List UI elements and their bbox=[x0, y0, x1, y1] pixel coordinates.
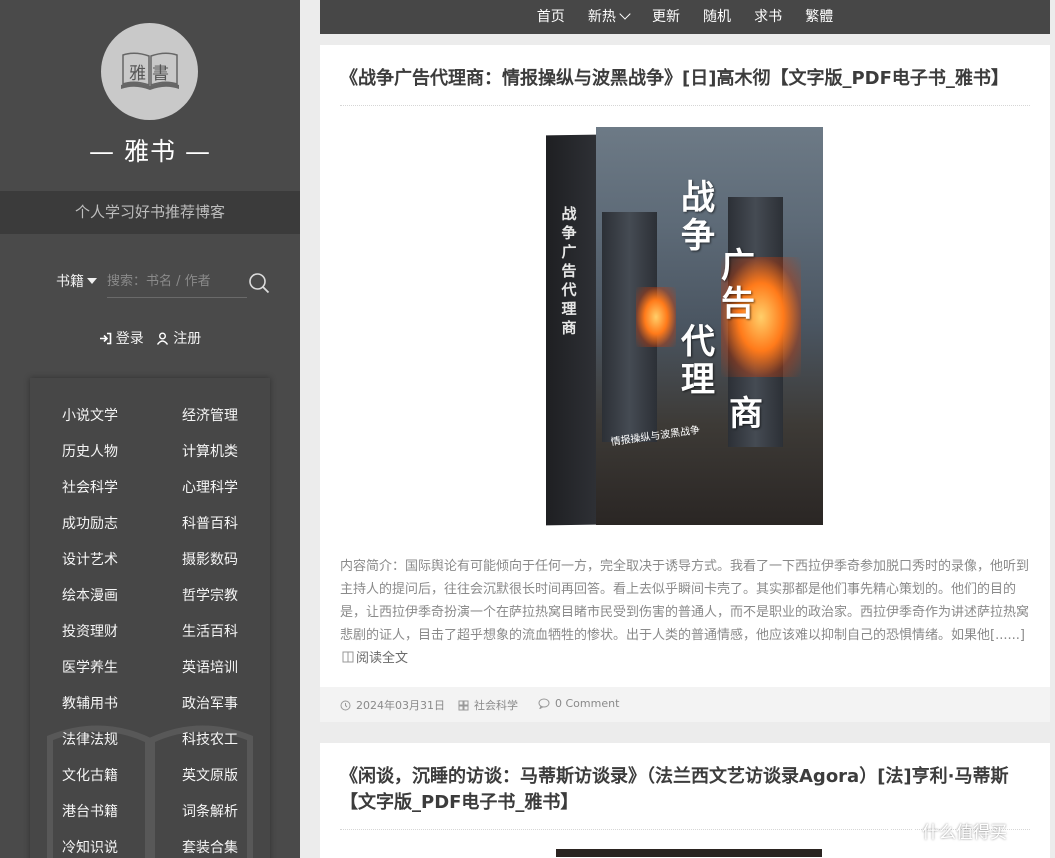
site-watermark: 什么值得买 bbox=[888, 816, 1007, 844]
site-logo[interactable]: 雅 書 bbox=[101, 23, 198, 120]
excerpt-text: 内容简介：国际舆论有可能倾向于任何一方，完全取决于诱导方式。我看了一下西拉伊季奇… bbox=[340, 559, 1030, 643]
category-link[interactable]: 投资理财 bbox=[62, 621, 118, 641]
book-logo-icon bbox=[120, 52, 179, 90]
category-link[interactable]: 文化古籍 bbox=[62, 765, 118, 785]
read-more-label: 阅读全文 bbox=[356, 651, 409, 666]
logo-char-1: 雅 bbox=[129, 64, 146, 84]
category-link[interactable]: 计算机类 bbox=[182, 441, 238, 461]
category-link[interactable]: 成功励志 bbox=[62, 513, 118, 533]
category-link[interactable]: 设计艺术 bbox=[62, 549, 118, 569]
search-input[interactable] bbox=[107, 266, 247, 298]
category-link[interactable]: 冷知识说 bbox=[62, 837, 118, 857]
login-icon bbox=[99, 332, 112, 344]
site-tagline: 个人学习好书推荐博客 bbox=[0, 191, 300, 234]
cover-title-2: 广告 bbox=[721, 246, 755, 324]
nav-hot[interactable]: 新热 bbox=[587, 0, 631, 34]
nav-random[interactable]: 随机 bbox=[703, 0, 731, 34]
cover-title-4: 商 bbox=[729, 394, 763, 434]
chevron-down-icon bbox=[619, 8, 631, 20]
cover-title-1: 战争 bbox=[681, 178, 715, 256]
fire-left bbox=[636, 287, 676, 347]
book-cover-image[interactable] bbox=[556, 849, 822, 857]
spine-title: 战争广告代理商 bbox=[561, 204, 577, 338]
cover-title-3: 代理 bbox=[681, 322, 715, 400]
search-category-dropdown[interactable]: 书籍 bbox=[56, 271, 97, 291]
title-divider bbox=[340, 105, 1030, 106]
category-link[interactable]: 社会科学 bbox=[62, 477, 118, 497]
category-link[interactable]: 词条解析 bbox=[182, 801, 238, 821]
category-link[interactable]: 英文原版 bbox=[182, 765, 238, 785]
nav-request-book[interactable]: 求书 bbox=[754, 0, 782, 34]
category-link[interactable]: 摄影数码 bbox=[182, 549, 238, 569]
post-date: 2024年03月31日 bbox=[340, 697, 445, 713]
category-link[interactable]: 法律法规 bbox=[62, 729, 118, 749]
sidebar: 雅 書 — 雅书 — 个人学习好书推荐博客 书籍 登录 注册 bbox=[0, 0, 300, 858]
category-link[interactable]: 经济管理 bbox=[182, 405, 238, 425]
book-spine: 战争广告代理商 bbox=[546, 134, 596, 526]
category-link[interactable]: 小说文学 bbox=[62, 405, 118, 425]
caret-down-icon bbox=[87, 278, 97, 284]
post-date-text: 2024年03月31日 bbox=[356, 699, 445, 712]
book-front: 战争 广告 代理 商 情报操纵与波黑战争 bbox=[596, 127, 823, 525]
category-link[interactable]: 医学养生 bbox=[62, 657, 118, 677]
category-link[interactable]: 教辅用书 bbox=[62, 693, 118, 713]
nav-home[interactable]: 首页 bbox=[537, 0, 565, 34]
category-link[interactable]: 生活百科 bbox=[182, 621, 238, 641]
login-label: 登录 bbox=[115, 331, 144, 347]
user-icon bbox=[157, 332, 169, 345]
category-link[interactable]: 政治军事 bbox=[182, 693, 238, 713]
search-icon[interactable] bbox=[248, 272, 270, 294]
category-link[interactable]: 科技农工 bbox=[182, 729, 238, 749]
category-link[interactable]: 科普百科 bbox=[182, 513, 238, 533]
category-link[interactable]: 心理科学 bbox=[182, 477, 238, 497]
post-category-text: 社会科学 bbox=[474, 699, 518, 712]
book-cover-image[interactable]: 战争广告代理商 战争 广告 代理 商 情报操纵与波黑战争 bbox=[546, 127, 823, 526]
category-link[interactable]: 英语培训 bbox=[182, 657, 238, 677]
category-panel: 小说文学 经济管理历史人物 计算机类社会科学 心理科学成功励志 科普百科设计艺术 摄影数码… bbox=[30, 378, 270, 858]
nav-updates[interactable]: 更新 bbox=[652, 0, 680, 34]
search-bar: 书籍 bbox=[56, 266, 272, 299]
smzdm-logo-icon bbox=[889, 817, 915, 843]
category-link[interactable]: 套装合集 bbox=[182, 837, 238, 857]
category-link[interactable]: 绘本漫画 bbox=[62, 585, 118, 605]
auth-links: 登录 注册 bbox=[0, 328, 300, 349]
category-link[interactable]: 哲学宗教 bbox=[182, 585, 238, 605]
read-more-link[interactable]: 阅读全文 bbox=[340, 651, 408, 666]
post-meta: 2024年03月31日 社会科学 0 Comment bbox=[320, 687, 1050, 722]
category-link[interactable]: 港台书籍 bbox=[62, 801, 118, 821]
nav-hot-label: 新热 bbox=[587, 9, 616, 25]
logo-char-2: 書 bbox=[152, 64, 169, 84]
register-link[interactable]: 注册 bbox=[156, 328, 201, 348]
grid-icon bbox=[458, 700, 469, 710]
book-open-icon bbox=[342, 651, 354, 663]
register-label: 注册 bbox=[173, 331, 202, 347]
login-link[interactable]: 登录 bbox=[99, 328, 144, 348]
search-category-label: 书籍 bbox=[56, 274, 84, 290]
site-name[interactable]: — 雅书 — bbox=[0, 132, 300, 168]
clock-icon bbox=[340, 700, 351, 710]
comment-icon bbox=[538, 698, 550, 709]
post-card: 《战争广告代理商：情报操纵与波黑战争》[日]高木彻【文字版_PDF电子书_雅书】… bbox=[320, 45, 1050, 722]
watermark-text: 什么值得买 bbox=[922, 822, 1007, 843]
post-title[interactable]: 《战争广告代理商：情报操纵与波黑战争》[日]高木彻【文字版_PDF电子书_雅书】 bbox=[340, 66, 1030, 92]
post-excerpt: 内容简介：国际舆论有可能倾向于任何一方，完全取决于诱导方式。我看了一下西拉伊季奇… bbox=[340, 555, 1030, 670]
post-comments-text: 0 Comment bbox=[555, 697, 620, 710]
category-link[interactable]: 历史人物 bbox=[62, 441, 118, 461]
post-comments-link[interactable]: 0 Comment bbox=[538, 697, 619, 710]
top-nav: 首页 新热 更新 随机 求书 繁體 bbox=[320, 0, 1050, 34]
nav-traditional[interactable]: 繁體 bbox=[805, 0, 833, 34]
post-title[interactable]: 《闲谈，沉睡的访谈：马蒂斯访谈录》（法兰西文艺访谈录Agora）[法]亨利·马蒂… bbox=[340, 764, 1030, 816]
post-category-link[interactable]: 社会科学 bbox=[458, 697, 518, 713]
